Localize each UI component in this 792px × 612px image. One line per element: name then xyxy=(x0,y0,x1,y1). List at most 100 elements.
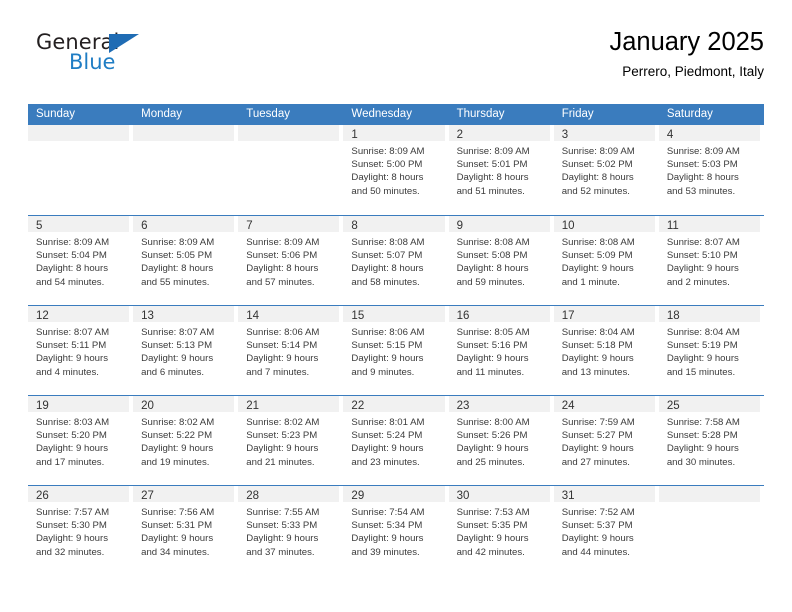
day-number-band: 24 xyxy=(553,396,655,412)
calendar-day-cell[interactable]: 25 Sunrise: 7:58 AM Sunset: 5:28 PM Dayligh… xyxy=(658,396,764,485)
daylight-text: and 51 minutes. xyxy=(456,185,525,197)
day-number: 23 xyxy=(456,400,470,412)
calendar-day-cell[interactable]: 17 Sunrise: 8:04 AM Sunset: 5:18 PM Dayligh… xyxy=(553,306,659,395)
day-detail-lines: Sunrise: 8:00 AM Sunset: 5:26 PM Daylight:… xyxy=(449,412,550,469)
calendar-day-cell[interactable]: 13 Sunrise: 8:07 AM Sunset: 5:13 PM Dayligh… xyxy=(133,306,238,395)
day-number: 6 xyxy=(141,220,148,232)
day-detail-lines: Sunrise: 8:04 AM Sunset: 5:19 PM Daylight:… xyxy=(659,322,760,379)
calendar-day-cell[interactable]: 23 Sunrise: 8:00 AM Sunset: 5:26 PM Dayligh… xyxy=(448,396,554,485)
calendar-day-cell[interactable]: 26 Sunrise: 7:57 AM Sunset: 5:30 PM Dayligh… xyxy=(28,486,133,575)
day-number-band xyxy=(133,125,235,141)
day-detail-lines: Sunrise: 8:09 AM Sunset: 5:06 PM Daylight:… xyxy=(238,232,339,289)
day-number-band xyxy=(28,125,130,141)
daylight-text: Daylight: 8 hours xyxy=(456,172,529,184)
day-number-band xyxy=(658,486,760,502)
day-number: 16 xyxy=(456,310,470,322)
sunset-text: Sunset: 5:19 PM xyxy=(666,340,738,352)
day-number-band: 8 xyxy=(343,216,445,232)
calendar-day-cell[interactable]: 20 Sunrise: 8:02 AM Sunset: 5:22 PM Dayligh… xyxy=(133,396,238,485)
day-number-band: 7 xyxy=(238,216,340,232)
day-number: 22 xyxy=(351,400,365,412)
calendar-day-cell[interactable]: 22 Sunrise: 8:01 AM Sunset: 5:24 PM Dayligh… xyxy=(343,396,448,485)
sunrise-text: Sunrise: 8:09 AM xyxy=(561,146,635,157)
calendar-day-cell[interactable]: 2 Sunrise: 8:09 AM Sunset: 5:01 PM Daylight… xyxy=(448,125,554,215)
day-number: 11 xyxy=(666,220,679,232)
calendar-day-cell[interactable]: 28 Sunrise: 7:55 AM Sunset: 5:33 PM Dayligh… xyxy=(238,486,343,575)
calendar-day-cell[interactable]: 24 Sunrise: 7:59 AM Sunset: 5:27 PM Dayligh… xyxy=(553,396,659,485)
calendar-day-cell[interactable]: 14 Sunrise: 8:06 AM Sunset: 5:14 PM Dayligh… xyxy=(238,306,343,395)
brand-name-blue: Blue xyxy=(69,50,116,74)
day-detail-lines: Sunrise: 8:03 AM Sunset: 5:20 PM Daylight:… xyxy=(28,412,129,469)
daylight-text: Daylight: 9 hours xyxy=(666,353,739,365)
day-number-band: 10 xyxy=(553,216,655,232)
day-detail-lines xyxy=(238,141,339,145)
day-number: 15 xyxy=(351,310,365,322)
daylight-text: Daylight: 9 hours xyxy=(561,443,634,455)
calendar-day-cell[interactable]: 1 Sunrise: 8:09 AM Sunset: 5:00 PM Daylight… xyxy=(343,125,448,215)
sunrise-text: Sunrise: 7:53 AM xyxy=(456,507,530,518)
daylight-text: Daylight: 8 hours xyxy=(36,263,108,275)
day-number-band: 9 xyxy=(448,216,550,232)
sunrise-text: Sunrise: 7:52 AM xyxy=(561,507,635,518)
day-number: 8 xyxy=(351,220,358,232)
daylight-text: and 52 minutes. xyxy=(561,185,630,197)
day-number: 18 xyxy=(666,310,680,322)
daylight-text: Daylight: 9 hours xyxy=(36,533,108,545)
daylight-text: and 7 minutes. xyxy=(246,366,310,378)
daylight-text: and 32 minutes. xyxy=(36,546,105,558)
calendar-day-cell[interactable]: 4 Sunrise: 8:09 AM Sunset: 5:03 PM Daylight… xyxy=(658,125,764,215)
calendar-day-cell[interactable]: 21 Sunrise: 8:02 AM Sunset: 5:23 PM Dayligh… xyxy=(238,396,343,485)
day-number: 19 xyxy=(36,400,49,412)
day-number-band: 15 xyxy=(343,306,445,322)
daylight-text: and 50 minutes. xyxy=(351,185,420,197)
daylight-text: and 57 minutes. xyxy=(246,276,315,288)
sunset-text: Sunset: 5:31 PM xyxy=(141,520,213,532)
day-detail-lines xyxy=(133,141,234,145)
calendar-day-cell[interactable]: 12 Sunrise: 8:07 AM Sunset: 5:11 PM Dayligh… xyxy=(28,306,133,395)
calendar-day-cell[interactable]: 18 Sunrise: 8:04 AM Sunset: 5:19 PM Dayligh… xyxy=(658,306,764,395)
weekday-header-monday: Monday xyxy=(141,108,183,120)
calendar-day-cell[interactable]: 11 Sunrise: 8:07 AM Sunset: 5:10 PM Dayligh… xyxy=(658,216,764,305)
sunset-text: Sunset: 5:04 PM xyxy=(36,250,107,262)
day-number-band: 21 xyxy=(238,396,340,412)
calendar-day-cell[interactable]: 10 Sunrise: 8:08 AM Sunset: 5:09 PM Dayligh… xyxy=(553,216,659,305)
sunset-text: Sunset: 5:02 PM xyxy=(561,159,633,171)
sunset-text: Sunset: 5:09 PM xyxy=(561,250,633,262)
calendar-weeks: 1 Sunrise: 8:09 AM Sunset: 5:00 PM Daylight… xyxy=(28,125,764,575)
calendar-day-cell[interactable]: 5 Sunrise: 8:09 AM Sunset: 5:04 PM Daylight… xyxy=(28,216,133,305)
calendar-day-cell[interactable]: 16 Sunrise: 8:05 AM Sunset: 5:16 PM Dayligh… xyxy=(448,306,554,395)
day-number: 24 xyxy=(561,400,575,412)
calendar-day-cell[interactable]: 6 Sunrise: 8:09 AM Sunset: 5:05 PM Daylight… xyxy=(133,216,238,305)
page-title: January 2025 xyxy=(609,28,764,56)
calendar-day-cell[interactable]: 29 Sunrise: 7:54 AM Sunset: 5:34 PM Dayligh… xyxy=(343,486,448,575)
calendar-day-cell[interactable]: 30 Sunrise: 7:53 AM Sunset: 5:35 PM Dayligh… xyxy=(448,486,554,575)
sunrise-text: Sunrise: 8:01 AM xyxy=(351,417,425,428)
calendar-day-cell[interactable]: 7 Sunrise: 8:09 AM Sunset: 5:06 PM Daylight… xyxy=(238,216,343,305)
sunrise-text: Sunrise: 8:08 AM xyxy=(561,237,635,248)
day-number-band: 11 xyxy=(658,216,760,232)
sunset-text: Sunset: 5:14 PM xyxy=(246,340,318,352)
sunrise-text: Sunrise: 7:56 AM xyxy=(141,507,215,518)
daylight-text: and 30 minutes. xyxy=(666,456,736,468)
day-number: 2 xyxy=(456,129,463,141)
daylight-text: and 53 minutes. xyxy=(666,185,736,197)
sunrise-text: Sunrise: 8:09 AM xyxy=(666,146,740,157)
brand-logo[interactable]: General Blue xyxy=(36,30,216,86)
sunrise-text: Sunrise: 8:09 AM xyxy=(36,237,110,248)
daylight-text: Daylight: 9 hours xyxy=(561,353,634,365)
calendar-day-cell[interactable]: 15 Sunrise: 8:06 AM Sunset: 5:15 PM Dayligh… xyxy=(343,306,448,395)
day-number-band: 26 xyxy=(28,486,130,502)
calendar-day-cell[interactable]: 19 Sunrise: 8:03 AM Sunset: 5:20 PM Dayligh… xyxy=(28,396,133,485)
daylight-text: and 4 minutes. xyxy=(36,366,99,378)
daylight-text: and 15 minutes. xyxy=(666,366,736,378)
calendar-day-cell[interactable]: 3 Sunrise: 8:09 AM Sunset: 5:02 PM Daylight… xyxy=(553,125,659,215)
day-number: 30 xyxy=(456,490,470,502)
calendar-day-cell[interactable]: 9 Sunrise: 8:08 AM Sunset: 5:08 PM Daylight… xyxy=(448,216,554,305)
day-number: 26 xyxy=(36,490,49,502)
daylight-text: Daylight: 9 hours xyxy=(246,353,319,365)
calendar-day-cell[interactable]: 27 Sunrise: 7:56 AM Sunset: 5:31 PM Dayligh… xyxy=(133,486,238,575)
day-number-band: 12 xyxy=(28,306,130,322)
calendar-day-cell[interactable]: 8 Sunrise: 8:08 AM Sunset: 5:07 PM Daylight… xyxy=(343,216,448,305)
sunrise-text: Sunrise: 7:55 AM xyxy=(246,507,320,518)
calendar-day-cell[interactable]: 31 Sunrise: 7:52 AM Sunset: 5:37 PM Dayligh… xyxy=(553,486,659,575)
